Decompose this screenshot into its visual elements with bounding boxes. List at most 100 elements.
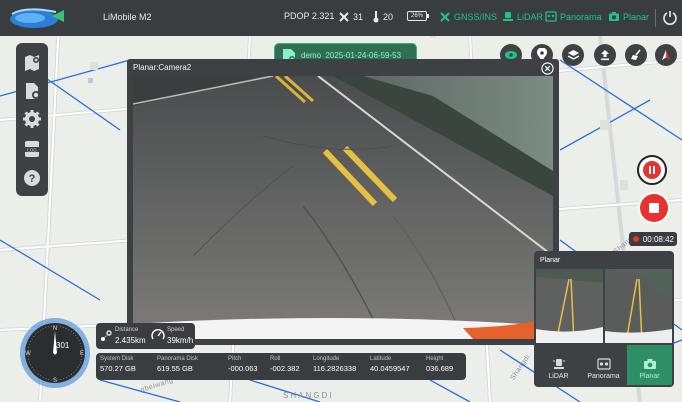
- stat-value: 619.55 GB: [157, 364, 193, 373]
- camera-preview-panel: Planar:Camera2: [127, 59, 559, 345]
- panorama-icon: [596, 358, 611, 370]
- gnss-icon: [440, 12, 450, 22]
- help-icon[interactable]: ?: [22, 168, 42, 188]
- stat-value: -002.382: [270, 364, 300, 373]
- gnss-label: GNSS/INS: [454, 12, 498, 22]
- thermometer-icon: [373, 11, 379, 23]
- tab-lidar-label: LiDAR: [548, 373, 569, 380]
- speed-label: Speed: [167, 327, 185, 333]
- stat-panorama-disk: Panorama Disk 619.55 GB: [157, 356, 198, 373]
- broom-icon: [631, 49, 641, 60]
- svg-text:LOG: LOG: [27, 147, 37, 152]
- distance-label: Distance: [115, 327, 139, 333]
- lidar-status[interactable]: LiDAR: [502, 11, 543, 22]
- stat-label: Longitude: [313, 356, 340, 362]
- compass-reset-button[interactable]: [655, 44, 677, 66]
- power-icon[interactable]: [662, 9, 678, 25]
- panorama-status[interactable]: Panorama: [545, 11, 602, 22]
- app-title: LiMobile M2: [103, 12, 152, 22]
- sensor-view-title: Planar: [540, 257, 561, 264]
- satellite-icon: [339, 12, 349, 22]
- pause-recording-button[interactable]: [637, 155, 667, 185]
- svg-text:E: E: [80, 351, 84, 357]
- tab-lidar[interactable]: LiDAR: [536, 345, 581, 385]
- recording-dot-icon: [633, 236, 639, 242]
- compass-heading: 301: [56, 341, 70, 350]
- log-icon[interactable]: LOG: [22, 139, 42, 159]
- file-settings-icon[interactable]: [22, 81, 42, 101]
- close-icon[interactable]: [541, 62, 554, 75]
- camera-icon: [609, 12, 619, 21]
- planar-status[interactable]: Planar: [608, 11, 649, 22]
- svg-text:W: W: [25, 351, 31, 357]
- sensor-view-panel: Planar LiDAR Panorama Planar: [534, 251, 674, 387]
- layers-button[interactable]: [562, 44, 584, 66]
- stat-label: System Disk: [100, 356, 134, 362]
- map-road-label: SHANGDI: [283, 391, 334, 400]
- stop-icon: [649, 203, 659, 213]
- navigation-arrow-icon: [662, 50, 670, 60]
- recording-timer: 00:08:42: [629, 232, 677, 246]
- svg-text:?: ?: [29, 173, 36, 185]
- stat-label: Panorama Disk: [157, 356, 199, 362]
- lidar-icon: [503, 12, 513, 21]
- battery-icon: 26%: [407, 11, 429, 21]
- tab-panorama[interactable]: Panorama: [581, 345, 626, 385]
- stat-label: Height: [426, 356, 444, 362]
- satellite-value: 31: [353, 12, 364, 22]
- panorama-label: Panorama: [560, 11, 602, 22]
- tab-planar-label: Planar: [639, 373, 660, 380]
- stat-value: 036.689: [426, 364, 454, 373]
- panorama-icon: [545, 11, 557, 22]
- tab-panorama-label: Panorama: [587, 373, 620, 380]
- planar-label: Planar: [623, 11, 650, 22]
- stat-value: -000.063: [228, 364, 258, 373]
- stop-recording-button[interactable]: [640, 194, 668, 222]
- layers-icon: [567, 50, 579, 60]
- svg-text:S: S: [53, 378, 57, 384]
- top-status-bar: LiMobile M2 PDOP 2.321 31 20 26% GNSS/IN…: [0, 0, 682, 36]
- distance-icon: [101, 330, 112, 341]
- stat-latitude: Latitude 40.0459547: [370, 356, 410, 373]
- lidar-icon: [552, 359, 565, 369]
- recording-timer-value: 00:08:42: [642, 234, 674, 244]
- motion-panel: Distance 2.435km Speed 39km/h: [96, 323, 195, 349]
- stat-label: Roll: [270, 356, 281, 362]
- temperature-value: 20: [383, 12, 394, 22]
- stat-roll: Roll -002.382: [270, 356, 300, 373]
- status-stats-bar: System Disk 570.27 GB Panorama Disk 619.…: [96, 353, 466, 380]
- compass-dial: N S W E: [20, 318, 90, 388]
- planar-camera-thumbnails[interactable]: [536, 269, 672, 343]
- clear-map-button[interactable]: [625, 44, 647, 66]
- upload-button[interactable]: [594, 44, 616, 66]
- camera-feed: [133, 76, 553, 339]
- stat-value: 570.27 GB: [100, 364, 136, 373]
- stat-value: 116.2826338: [313, 364, 357, 373]
- speedometer-icon: [151, 329, 165, 340]
- stat-label: Latitude: [370, 356, 392, 362]
- tab-planar[interactable]: Planar: [627, 345, 672, 385]
- stat-longitude: Longitude 116.2826338: [313, 356, 356, 373]
- stat-label: Pitch: [228, 356, 242, 362]
- pdop-readout: PDOP 2.321: [284, 11, 334, 21]
- satellite-count: 31: [338, 11, 363, 23]
- stat-system-disk: System Disk 570.27 GB: [100, 356, 136, 373]
- stat-pitch: Pitch -000.063: [228, 356, 258, 373]
- battery-indicator: 26%: [407, 11, 429, 21]
- camera-icon: [643, 359, 656, 369]
- stat-height: Height 036.689: [426, 356, 453, 373]
- gnss-status[interactable]: GNSS/INS: [439, 11, 497, 23]
- distance-value: 2.435km: [115, 336, 146, 345]
- lidar-label: LiDAR: [517, 11, 544, 22]
- camera-panel-title: Planar:Camera2: [133, 63, 192, 72]
- left-toolbar: LOG ?: [16, 43, 48, 196]
- speed-value: 39km/h: [167, 336, 194, 345]
- divider: [655, 9, 656, 27]
- app-logo: [10, 8, 64, 28]
- pdop-value: PDOP 2.321: [284, 11, 335, 21]
- pause-icon: [643, 161, 661, 179]
- gear-icon[interactable]: [22, 109, 42, 129]
- temperature-readout: 20: [372, 11, 393, 23]
- stat-value: 40.0459547: [370, 364, 410, 373]
- map-icon[interactable]: [22, 53, 42, 73]
